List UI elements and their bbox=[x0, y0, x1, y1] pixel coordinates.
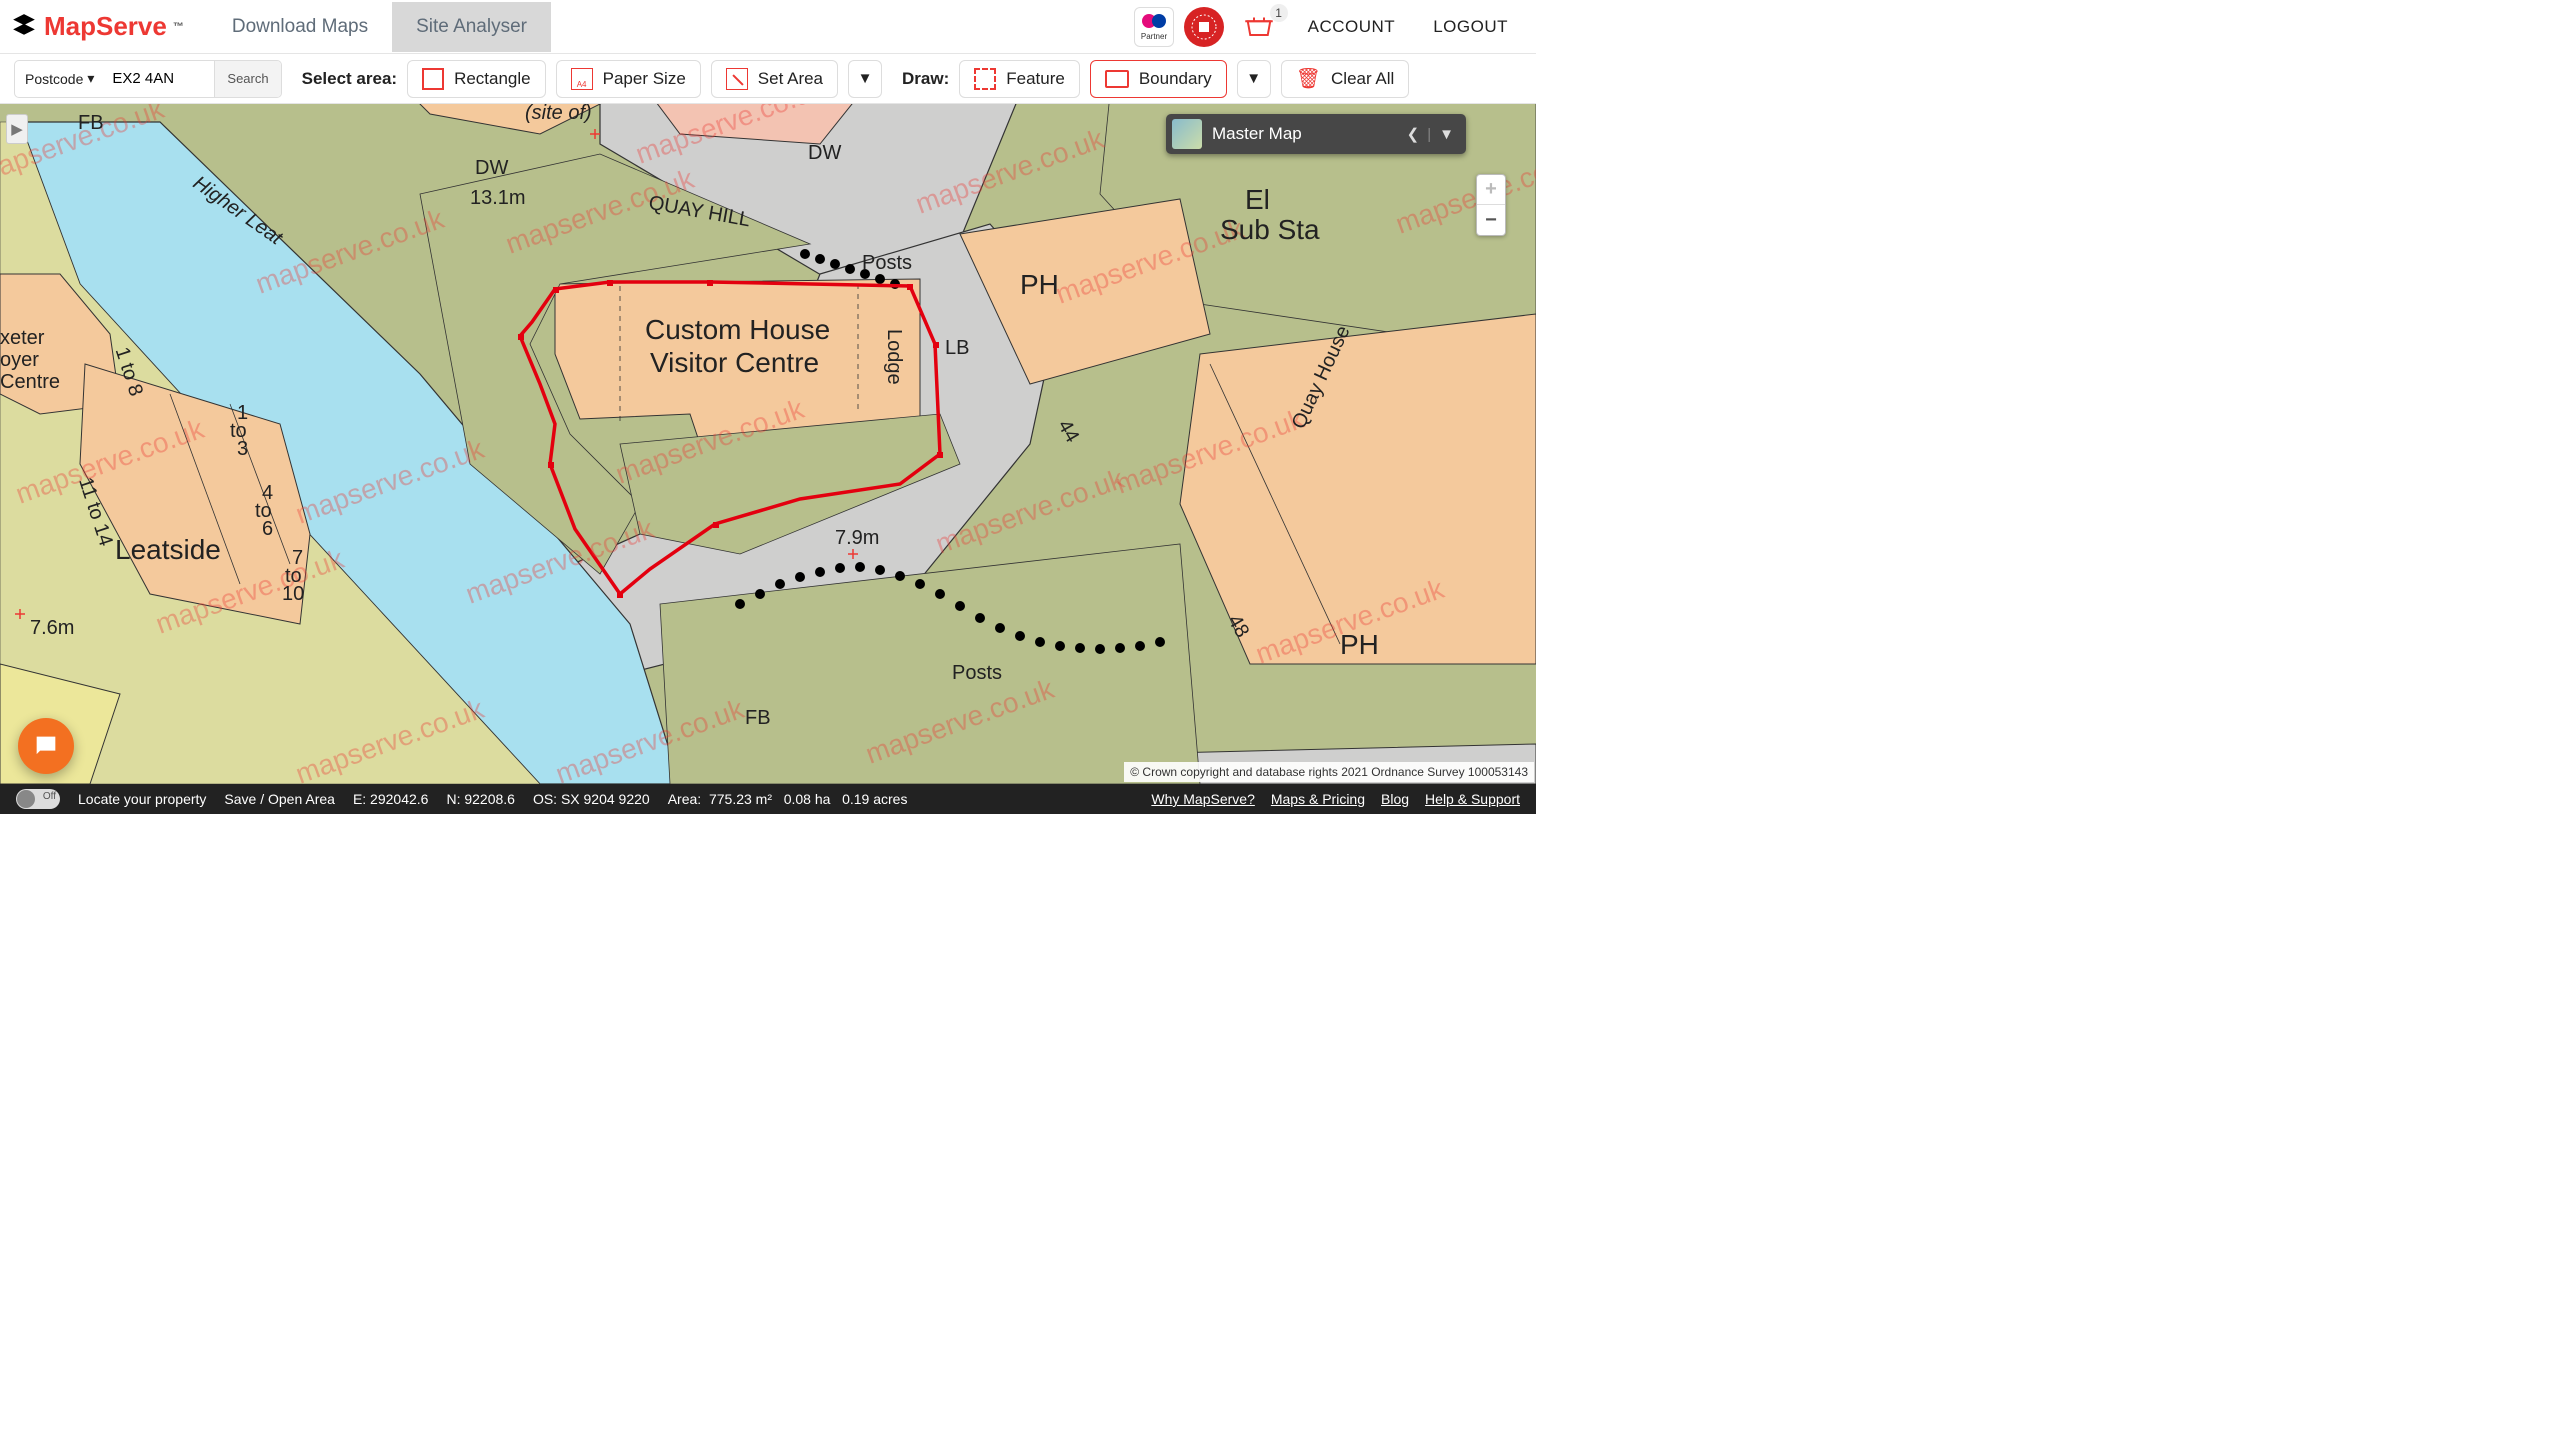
locate-toggle[interactable]: Off bbox=[16, 789, 60, 809]
link-why[interactable]: Why MapServe? bbox=[1151, 791, 1254, 807]
feature-icon bbox=[974, 68, 996, 90]
svg-text:Sub Sta: Sub Sta bbox=[1220, 214, 1320, 245]
chevron-left-icon[interactable]: ❮ bbox=[1407, 125, 1420, 143]
search-group: Postcode ▾ Search bbox=[14, 60, 282, 98]
svg-text:Custom House: Custom House bbox=[645, 314, 830, 345]
save-open-area[interactable]: Save / Open Area bbox=[224, 791, 335, 807]
paper-size-button[interactable]: A4 Paper Size bbox=[556, 60, 701, 98]
svg-text:7.9m: 7.9m bbox=[835, 527, 879, 549]
select-area-label: Select area: bbox=[302, 69, 397, 89]
layer-name: Master Map bbox=[1212, 124, 1397, 144]
svg-text:3: 3 bbox=[237, 438, 248, 460]
svg-text:Lodge: Lodge bbox=[883, 329, 905, 385]
os-grid-ref: OS: SX 9204 9220 bbox=[533, 791, 650, 807]
svg-text:Partner: Partner bbox=[1141, 32, 1168, 41]
link-pricing[interactable]: Maps & Pricing bbox=[1271, 791, 1365, 807]
link-blog[interactable]: Blog bbox=[1381, 791, 1409, 807]
toolbar: Postcode ▾ Search Select area: Rectangle… bbox=[0, 54, 1536, 104]
select-area-more[interactable]: ▼ bbox=[848, 60, 882, 98]
tab-site-analyser[interactable]: Site Analyser bbox=[392, 2, 551, 52]
boundary-icon bbox=[1105, 70, 1129, 88]
svg-text:Posts: Posts bbox=[862, 252, 912, 274]
zoom-control: + − bbox=[1476, 174, 1506, 236]
svg-text:FB: FB bbox=[78, 112, 104, 134]
logo[interactable]: MapServe ™ bbox=[10, 11, 184, 42]
link-help[interactable]: Help & Support bbox=[1425, 791, 1520, 807]
svg-text:PH: PH bbox=[1020, 269, 1059, 300]
svg-text:DW: DW bbox=[475, 157, 508, 179]
svg-text:7.6m: 7.6m bbox=[30, 617, 74, 639]
layers-icon bbox=[10, 12, 38, 42]
svg-text:PH: PH bbox=[1340, 629, 1379, 660]
rectangle-button[interactable]: Rectangle bbox=[407, 60, 546, 98]
svg-text:Leatside: Leatside bbox=[115, 534, 221, 565]
svg-text:Centre: Centre bbox=[0, 371, 60, 393]
play-icon: ▶ bbox=[11, 120, 23, 138]
top-header: MapServe ™ Download Maps Site Analyser Pa… bbox=[0, 0, 1536, 54]
area-readout: Area: 775.23 m² 0.08 ha 0.19 acres bbox=[668, 791, 908, 807]
coord-easting: E: 292042.6 bbox=[353, 791, 429, 807]
svg-text:10: 10 bbox=[282, 583, 304, 605]
svg-text:6: 6 bbox=[262, 518, 273, 540]
search-type-dropdown[interactable]: Postcode ▾ bbox=[15, 70, 104, 87]
set-area-icon bbox=[726, 68, 748, 90]
os-partner-badge: Partner bbox=[1134, 7, 1174, 47]
logo-tm: ™ bbox=[173, 21, 184, 33]
layer-thumb-icon bbox=[1172, 119, 1202, 149]
basket-button[interactable]: 1 bbox=[1244, 12, 1274, 42]
rectangle-icon bbox=[422, 68, 444, 90]
chat-launcher[interactable] bbox=[18, 718, 74, 774]
map-attribution: © Crown copyright and database rights 20… bbox=[1124, 762, 1534, 782]
footer-links: Why MapServe? Maps & Pricing Blog Help &… bbox=[1151, 791, 1520, 807]
logout-link[interactable]: LOGOUT bbox=[1419, 17, 1522, 37]
set-area-button[interactable]: Set Area bbox=[711, 60, 838, 98]
logo-text: MapServe bbox=[44, 11, 167, 42]
chevron-down-icon: ▼ bbox=[1246, 70, 1261, 87]
locate-label[interactable]: Locate your property bbox=[78, 791, 206, 807]
caret-down-icon: ▾ bbox=[87, 70, 94, 87]
svg-text:LB: LB bbox=[945, 337, 969, 359]
boundary-button[interactable]: Boundary bbox=[1090, 60, 1227, 98]
zoom-out-button[interactable]: − bbox=[1477, 205, 1505, 235]
coord-northing: N: 92208.6 bbox=[446, 791, 515, 807]
clear-all-button[interactable]: 🗑 Clear All bbox=[1281, 60, 1410, 98]
svg-text:(site of): (site of) bbox=[525, 104, 592, 124]
search-button[interactable]: Search bbox=[214, 61, 280, 97]
svg-text:13.1m: 13.1m bbox=[470, 187, 526, 209]
svg-text:oyer: oyer bbox=[0, 349, 39, 371]
tab-download-maps[interactable]: Download Maps bbox=[208, 2, 392, 52]
svg-text:Posts: Posts bbox=[952, 662, 1002, 684]
riba-badge bbox=[1184, 7, 1224, 47]
header-tabs: Download Maps Site Analyser bbox=[208, 2, 551, 52]
layer-switcher[interactable]: Master Map ❮ | ▼ bbox=[1166, 114, 1466, 154]
expand-panel-button[interactable]: ▶ bbox=[6, 114, 28, 144]
account-link[interactable]: ACCOUNT bbox=[1294, 17, 1410, 37]
basket-count: 1 bbox=[1270, 4, 1288, 22]
draw-label: Draw: bbox=[902, 69, 949, 89]
map-canvas[interactable]: mapserve.co.uk mapserve.co.uk mapserve.c… bbox=[0, 104, 1536, 784]
svg-text:FB: FB bbox=[745, 707, 771, 729]
status-bar: Off Locate your property Save / Open Are… bbox=[0, 784, 1536, 814]
zoom-in-button[interactable]: + bbox=[1477, 175, 1505, 205]
svg-text:El: El bbox=[1245, 184, 1270, 215]
chevron-down-icon: ▼ bbox=[858, 70, 873, 87]
search-input[interactable] bbox=[104, 70, 214, 87]
draw-more[interactable]: ▼ bbox=[1237, 60, 1271, 98]
trash-icon: 🗑 bbox=[1296, 66, 1321, 91]
svg-text:Visitor Centre: Visitor Centre bbox=[650, 347, 819, 378]
paper-icon: A4 bbox=[571, 68, 593, 90]
svg-text:DW: DW bbox=[808, 142, 841, 164]
feature-button[interactable]: Feature bbox=[959, 60, 1080, 98]
chevron-down-icon[interactable]: ▼ bbox=[1439, 126, 1454, 143]
svg-text:xeter: xeter bbox=[0, 327, 45, 349]
